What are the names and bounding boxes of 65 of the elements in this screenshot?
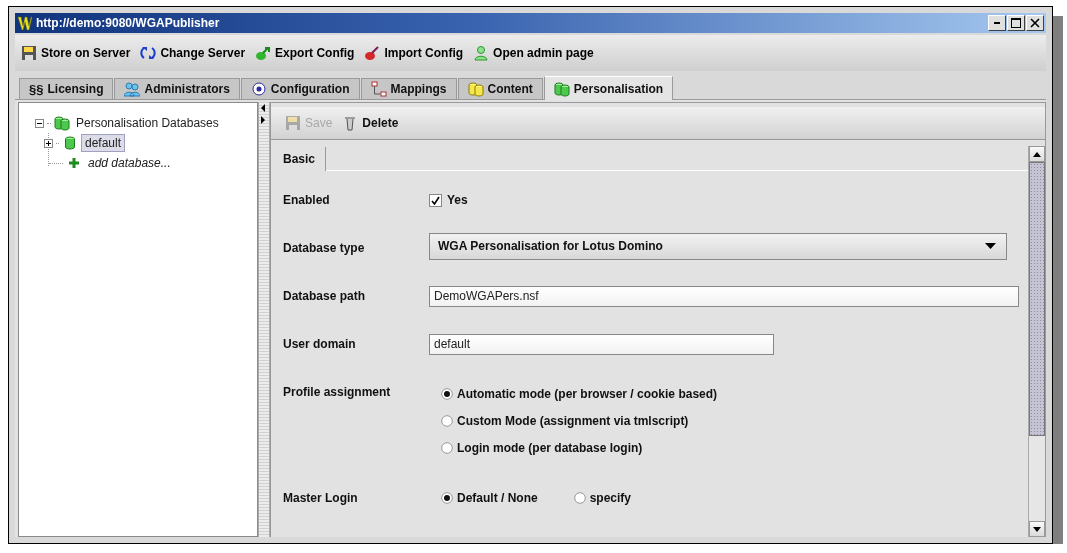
import-arrow-icon — [364, 45, 381, 61]
tree-item[interactable]: add database... — [85, 155, 174, 171]
databases-icon — [467, 81, 484, 97]
export-arrow-icon — [255, 45, 272, 61]
minimize-button[interactable] — [988, 15, 1006, 31]
yes-checkbox[interactable]: Yes — [429, 193, 468, 207]
minimize-icon — [994, 22, 1000, 24]
close-icon — [1030, 18, 1040, 28]
databases-icon — [54, 115, 70, 131]
tab[interactable]: Basic — [271, 147, 327, 171]
field-label: Database type — [283, 240, 366, 257]
radio-option[interactable]: specify — [573, 488, 632, 508]
toolbar-button[interactable]: Change Server — [138, 43, 248, 63]
radio-option[interactable]: Default / None — [441, 488, 538, 508]
expand-toggle-icon[interactable] — [44, 138, 53, 148]
field-label: User domain — [283, 336, 357, 353]
window-title: http://demo:9080/WGAPublisher — [36, 16, 221, 30]
radio-option[interactable]: Custom Mode (assignment via tmlscript) — [441, 411, 1024, 431]
field-label: Database path — [283, 288, 367, 305]
tab[interactable]: Content — [457, 78, 543, 99]
tab[interactable]: Mappings — [360, 78, 457, 99]
checkbox[interactable] — [429, 193, 442, 207]
close-button[interactable] — [1026, 15, 1044, 31]
scroll-down-icon — [1033, 526, 1041, 532]
collapse-left-icon — [260, 104, 266, 112]
tab[interactable]: Configuration — [240, 78, 360, 99]
radio-option[interactable]: Login mode (per database login) — [441, 438, 1024, 458]
maximize-icon — [1011, 18, 1021, 28]
hierarchy-icon — [370, 81, 387, 97]
expand-right-icon — [260, 116, 266, 124]
tab[interactable]: §§ Licensing — [19, 78, 114, 99]
toolbar-button[interactable]: Open admin page — [471, 43, 596, 63]
app-logo-icon — [17, 15, 33, 31]
field-label: Master Login — [283, 490, 359, 507]
maximize-button[interactable] — [1007, 15, 1025, 31]
database-icon — [62, 135, 78, 151]
collapse-toggle-icon[interactable] — [35, 118, 44, 128]
database-type-dropdown[interactable]: WGA Personalisation for Lotus Domino — [429, 232, 1007, 260]
tree-item[interactable]: Personalisation Databases — [73, 115, 222, 131]
toolbar-button[interactable]: Delete — [342, 115, 399, 131]
plus-icon — [66, 155, 82, 171]
toolbar-button[interactable]: Import Config — [362, 43, 466, 63]
dropdown-arrow-icon — [985, 243, 996, 249]
toolbar-button[interactable]: Store on Server — [19, 43, 133, 63]
checkmark-icon — [431, 195, 440, 205]
target-icon — [250, 81, 267, 97]
tree-item[interactable]: default — [81, 134, 126, 152]
user-domain-field[interactable]: default — [429, 333, 774, 355]
tab[interactable]: Administrators — [114, 78, 240, 99]
dropdown-value: WGA Personalisation for Lotus Domino — [438, 239, 663, 253]
databases-icon — [553, 80, 570, 97]
radio-option[interactable]: Automatic mode (per browser / cookie based) — [441, 384, 1024, 404]
scroll-up-icon — [1033, 151, 1041, 157]
people-icon — [124, 81, 141, 97]
section-sign-icon: §§ — [29, 81, 44, 97]
refresh-icon — [140, 45, 157, 61]
database-path-field[interactable]: DemoWGAPers.nsf — [429, 285, 1019, 307]
scrollbar-thumb[interactable] — [1029, 162, 1045, 436]
field-label: Profile assignment — [283, 384, 392, 401]
field-label: Enabled — [283, 192, 331, 209]
toolbar-button[interactable]: Export Config — [253, 43, 357, 63]
tab[interactable]: Personalisation — [543, 76, 674, 100]
checkbox-label: Yes — [447, 193, 468, 207]
vertical-scrollbar[interactable] — [1028, 146, 1045, 537]
person-icon — [473, 45, 490, 61]
